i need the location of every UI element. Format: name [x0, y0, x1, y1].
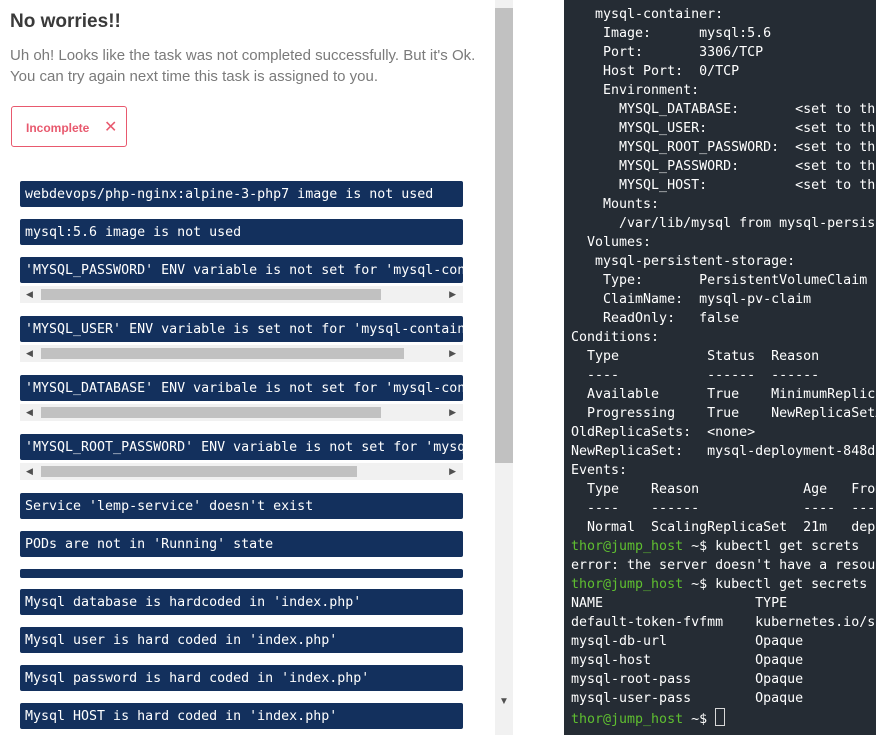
terminal-line: MYSQL_ROOT_PASSWORD: <set to the key 'pa…: [619, 140, 876, 155]
prompt-path: ~$: [683, 577, 708, 592]
terminal-cursor[interactable]: [715, 708, 726, 726]
check-item: Service 'lemp-service' doesn't exist: [20, 493, 463, 519]
secret-row: default-token-fvfmm kubernetes.io/servic…: [571, 615, 876, 630]
check-text: 'MYSQL_DATABASE' ENV varibale is not set…: [25, 381, 463, 396]
scrollbar-thumb[interactable]: [41, 466, 357, 477]
check-text: 'MYSQL_ROOT_PASSWORD' ENV variable is no…: [25, 440, 463, 455]
scroll-right-icon[interactable]: ▶: [449, 289, 456, 300]
secret-row: mysql-db-url Opaque: [571, 634, 804, 649]
result-message: Uh oh! Looks like the task was not compl…: [10, 47, 476, 85]
check-item: 'MYSQL_DATABASE' ENV varibale is not set…: [20, 375, 463, 401]
terminal-line: Events:: [571, 463, 628, 478]
terminal-describe-output: containers: mysql-container: Image: mysq…: [571, 0, 876, 535]
terminal-line: ---- ------ ---- ----: [587, 501, 876, 516]
check-item: 'MYSQL_USER' ENV variable is set not for…: [20, 316, 463, 342]
scroll-right-icon[interactable]: ▶: [449, 466, 456, 477]
horizontal-scrollbar[interactable]: ◀ ▶: [20, 345, 463, 362]
terminal-line: Available True MinimumReplicasAvailable: [587, 387, 876, 402]
result-title: No worries!!: [10, 11, 121, 32]
terminal-line: ---- ------ ------: [587, 368, 820, 383]
terminal-line: Image: mysql:5.6: [603, 26, 772, 41]
vertical-scrollbar[interactable]: ▼: [495, 0, 513, 735]
prompt-path: ~$: [683, 712, 708, 727]
prompt-user: thor@jump_host: [571, 539, 684, 554]
check-item: Mysql database is hardcoded in 'index.ph…: [20, 589, 463, 615]
terminal-line: /var/lib/mysql from mysql-persistent-sto…: [619, 216, 876, 231]
check-item: Mysql HOST is hard coded in 'index.php': [20, 703, 463, 729]
horizontal-scrollbar[interactable]: ◀ ▶: [20, 286, 463, 303]
check-text: Mysql HOST is hard coded in 'index.php': [25, 709, 338, 724]
secret-row: mysql-root-pass Opaque: [571, 672, 804, 687]
check-item: 'MYSQL_ROOT_PASSWORD' ENV variable is no…: [20, 434, 463, 460]
check-item: Mysql password is hard coded in 'index.p…: [20, 665, 463, 691]
terminal-panel[interactable]: containers: mysql-container: Image: mysq…: [564, 0, 876, 735]
terminal-line: ReadOnly: false: [603, 311, 740, 326]
terminal-line: MYSQL_PASSWORD: <set to the key 'passwor…: [619, 159, 876, 174]
secrets-table-header: NAME TYPE: [571, 596, 788, 611]
command-text: kubectl get secrets: [707, 577, 868, 592]
terminal-line: mysql-persistent-storage:: [595, 254, 796, 269]
horizontal-scrollbar[interactable]: ◀ ▶: [20, 404, 463, 421]
check-item: mysql:5.6 image is not used: [20, 219, 463, 245]
check-item: 'MYSQL_PASSWORD' ENV variable is not set…: [20, 257, 463, 283]
error-line: error: the server doesn't have a resourc…: [571, 558, 876, 573]
check-item-empty: [20, 569, 463, 578]
badge-label: Incomplete: [26, 121, 90, 135]
check-text: PODs are not in 'Running' state: [25, 537, 274, 552]
scroll-left-icon[interactable]: ◀: [26, 348, 33, 359]
panel-divider: [513, 0, 564, 735]
command-text: kubectl get screts: [707, 539, 860, 554]
terminal-line: MYSQL_DATABASE: <set to the key 'databas…: [619, 102, 876, 117]
scrollbar-thumb[interactable]: [41, 348, 404, 359]
terminal-line: Environment:: [603, 83, 700, 98]
check-text: Service 'lemp-service' doesn't exist: [25, 499, 314, 514]
scroll-down-icon[interactable]: ▼: [499, 697, 509, 707]
terminal-line: Progressing True NewReplicaSetAvailable: [587, 406, 876, 421]
check-text: Mysql user is hard coded in 'index.php': [25, 633, 338, 648]
terminal-line: MYSQL_USER: <set to the key 'username' i…: [619, 121, 876, 136]
scrollbar-thumb[interactable]: [495, 8, 513, 463]
prompt-user: thor@jump_host: [571, 577, 684, 592]
terminal-line: Normal ScalingReplicaSet 21m deployment-…: [587, 520, 876, 535]
terminal-line: Type Status Reason: [587, 349, 820, 364]
terminal-line: OldReplicaSets: <none>: [571, 425, 756, 440]
task-result-panel: No worries!! Uh oh! Looks like the task …: [0, 0, 495, 735]
check-item: Mysql user is hard coded in 'index.php': [20, 627, 463, 653]
terminal-line: Mounts:: [603, 197, 660, 212]
terminal-line: Conditions:: [571, 330, 660, 345]
secret-row: mysql-user-pass Opaque: [571, 691, 804, 706]
check-text: webdevops/php-nginx:alpine-3-php7 image …: [25, 187, 434, 202]
terminal-output: containers: mysql-container: Image: mysq…: [571, 0, 876, 729]
check-text: 'MYSQL_USER' ENV variable is set not for…: [25, 322, 463, 337]
horizontal-scrollbar[interactable]: ◀ ▶: [20, 463, 463, 480]
check-text: Mysql password is hard coded in 'index.p…: [25, 671, 370, 686]
scrollbar-thumb[interactable]: [41, 289, 381, 300]
scroll-left-icon[interactable]: ◀: [26, 289, 33, 300]
prompt-path: ~$: [683, 539, 708, 554]
prompt-user: thor@jump_host: [571, 712, 684, 727]
close-icon: ✕: [104, 119, 118, 136]
check-text: 'MYSQL_PASSWORD' ENV variable is not set…: [25, 263, 463, 278]
terminal-line: Type: PersistentVolumeClaim: [603, 273, 868, 288]
terminal-line: Host Port: 0/TCP: [603, 64, 740, 79]
terminal-line: Volumes:: [587, 235, 652, 250]
scroll-right-icon[interactable]: ▶: [449, 348, 456, 359]
secret-row: mysql-host Opaque: [571, 653, 804, 668]
incomplete-badge[interactable]: Incomplete ✕: [11, 106, 127, 147]
scrollbar-thumb[interactable]: [41, 407, 381, 418]
terminal-line: mysql-container:: [595, 7, 724, 22]
terminal-line: NewReplicaSet: mysql-deployment-848d: [571, 444, 876, 459]
terminal-line: MYSQL_HOST: <set to the key 'host' in se…: [619, 178, 876, 193]
scroll-right-icon[interactable]: ▶: [449, 407, 456, 418]
check-text: mysql:5.6 image is not used: [25, 225, 242, 240]
terminal-line: Port: 3306/TCP: [603, 45, 764, 60]
terminal-line: ClaimName: mysql-pv-claim: [603, 292, 812, 307]
terminal-line: Type Reason Age From: [587, 482, 876, 497]
scroll-left-icon[interactable]: ◀: [26, 407, 33, 418]
terminal-line: containers:: [571, 0, 675, 3]
check-text: Mysql database is hardcoded in 'index.ph…: [25, 595, 362, 610]
scroll-left-icon[interactable]: ◀: [26, 466, 33, 477]
check-item: PODs are not in 'Running' state: [20, 531, 463, 557]
check-item: webdevops/php-nginx:alpine-3-php7 image …: [20, 181, 463, 207]
